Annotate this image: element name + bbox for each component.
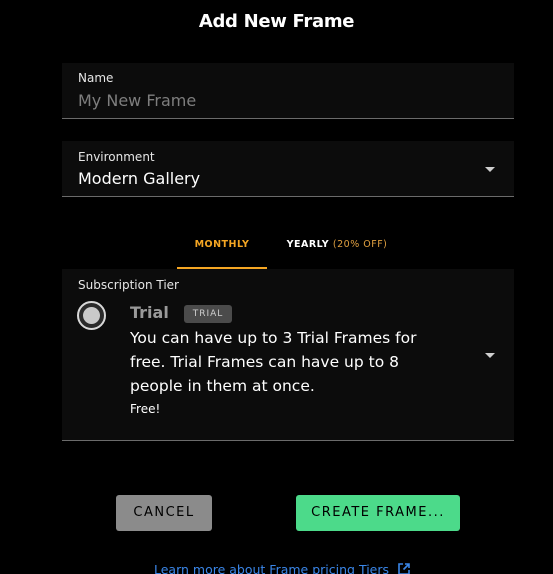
radio-dot xyxy=(83,307,100,324)
yearly-discount: (20% OFF) xyxy=(332,239,388,250)
tab-yearly-label: YEARLY xyxy=(286,239,330,250)
dialog-title: Add New Frame xyxy=(198,11,355,32)
environment-value: Modern Gallery xyxy=(78,169,201,188)
subscription-tier-select[interactable]: Subscription Tier Trial TRIAL You can ha… xyxy=(62,269,514,441)
external-link-icon xyxy=(397,562,411,574)
tab-yearly[interactable]: YEARLY (20% OFF) xyxy=(277,230,397,269)
cancel-button[interactable]: CANCEL xyxy=(116,495,212,531)
name-input[interactable]: My New Frame xyxy=(78,91,196,110)
environment-label: Environment xyxy=(78,150,155,164)
chevron-down-icon[interactable] xyxy=(485,353,495,358)
tier-description: You can have up to 3 Trial Frames for fr… xyxy=(130,329,417,395)
pricing-link-text[interactable]: Learn more about Frame pricing Tiers xyxy=(154,562,389,574)
tab-monthly[interactable]: MONTHLY xyxy=(177,230,267,269)
name-field[interactable]: Name My New Frame xyxy=(62,63,514,119)
tier-price: Free! xyxy=(130,402,161,416)
subscription-label: Subscription Tier xyxy=(78,278,179,292)
pricing-link[interactable]: Learn more about Frame pricing Tiers xyxy=(154,562,411,574)
name-label: Name xyxy=(78,71,114,85)
create-frame-button[interactable]: CREATE FRAME... xyxy=(296,495,460,531)
tier-badge: TRIAL xyxy=(184,305,232,323)
tier-name: Trial xyxy=(130,303,169,322)
environment-select[interactable]: Environment Modern Gallery xyxy=(62,141,514,197)
tier-radio[interactable] xyxy=(77,301,106,330)
tab-monthly-label: MONTHLY xyxy=(194,239,250,250)
chevron-down-icon[interactable] xyxy=(485,167,495,172)
